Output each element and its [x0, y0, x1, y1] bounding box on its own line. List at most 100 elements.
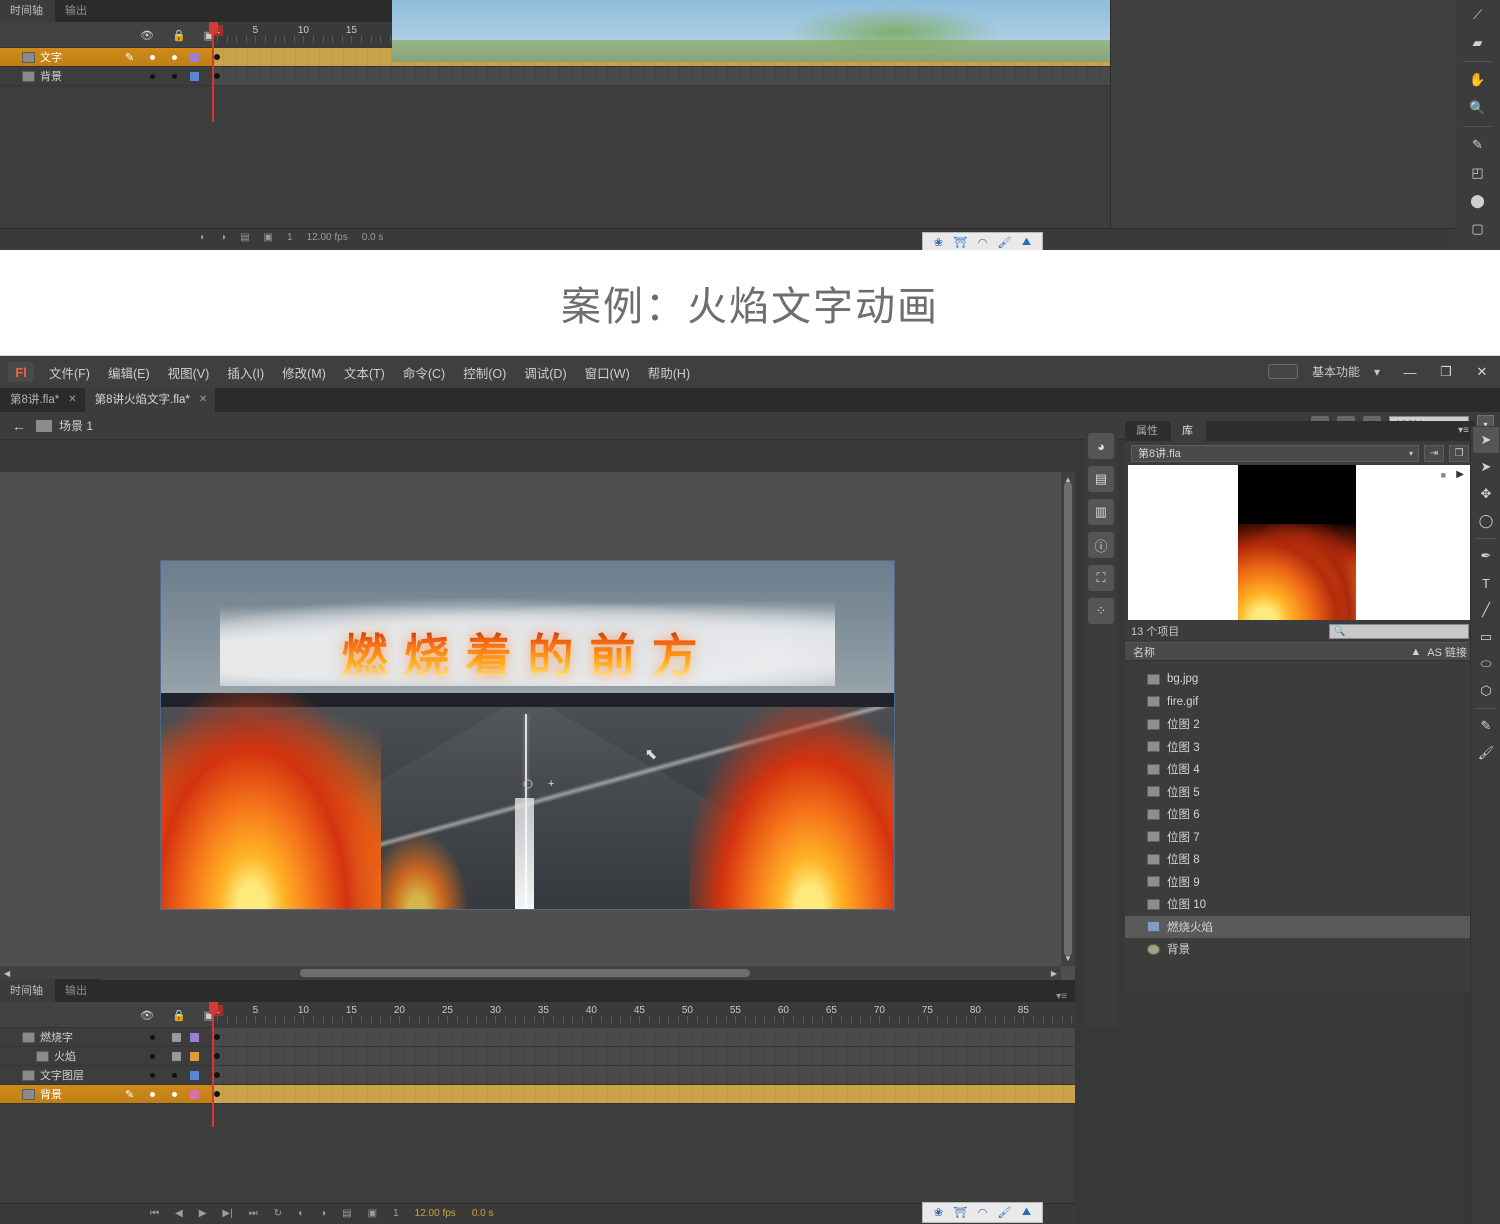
menu-item-7[interactable]: 控制(O)	[454, 358, 515, 387]
lasso-tool[interactable]: ◯	[1473, 508, 1499, 534]
onion-skin-icon[interactable]: ◐	[200, 232, 206, 243]
library-item-2[interactable]: 位图 2	[1125, 713, 1475, 736]
onion-skin-icon[interactable]: ◐	[298, 1208, 304, 1219]
eyedropper-tool[interactable]: ⟋	[1465, 2, 1491, 28]
eraser-tool[interactable]: ▰	[1465, 30, 1491, 56]
brush-tool[interactable]: 🖌	[1473, 740, 1499, 766]
camera-icon[interactable]: ⛰	[1019, 1206, 1034, 1219]
close-icon[interactable]: ✕	[199, 394, 207, 405]
lock-dot[interactable]	[172, 1091, 177, 1097]
swap-color-tool[interactable]: ▢	[1465, 216, 1491, 242]
subselection-tool[interactable]: ➤	[1473, 454, 1499, 480]
library-item-4[interactable]: 位图 4	[1125, 758, 1475, 781]
tab-library[interactable]: 库	[1171, 419, 1206, 441]
goto-last-frame-icon[interactable]: ⏭	[249, 1208, 258, 1219]
menu-item-3[interactable]: 插入(I)	[218, 358, 273, 387]
chevron-down-icon[interactable]: ▾	[1409, 449, 1413, 458]
edit-multiple-frames-icon[interactable]: ▤	[342, 1208, 351, 1219]
selection-tool[interactable]: ➤	[1473, 427, 1499, 453]
scroll-left-icon[interactable]: ◀	[4, 969, 10, 978]
info-icon[interactable]: ⓘ	[1088, 532, 1114, 558]
stroke-color-tool[interactable]: ✎	[1465, 132, 1491, 158]
edit-multiple-frames-icon[interactable]: ◠	[975, 236, 990, 249]
doc-tab-1[interactable]: 第8讲.fla* ✕	[0, 387, 85, 412]
stage-artwork-text[interactable]: 燃烧着的前方	[342, 620, 714, 686]
doc-tab-2[interactable]: 第8讲火焰文字.fla* ✕	[84, 387, 216, 412]
line-tool[interactable]: ╱	[1473, 597, 1499, 623]
column-as-linkage[interactable]: AS 链接	[1427, 644, 1467, 660]
pen-tool[interactable]: ✒	[1473, 543, 1499, 569]
fps-value[interactable]: 12.00 fps	[415, 1208, 456, 1219]
align-icon[interactable]: ▥	[1088, 499, 1114, 525]
bottom-timeline-ruler[interactable]: 1510152025303540455055606570758085	[212, 1002, 1075, 1028]
close-icon[interactable]: ✕	[68, 394, 76, 405]
free-transform-tool[interactable]: ✥	[1473, 481, 1499, 507]
pencil-tool[interactable]: ✎	[1473, 713, 1499, 739]
fill-color-tool[interactable]: ◰	[1465, 160, 1491, 186]
scroll-right-icon[interactable]: ▶	[1051, 969, 1057, 978]
onion-outline-icon[interactable]: ◑	[220, 232, 226, 243]
library-document-select[interactable]: 第8讲.fla ▾	[1131, 444, 1419, 462]
panel-menu-icon[interactable]: ▾≡	[1458, 425, 1469, 436]
text-tool[interactable]: T	[1473, 570, 1499, 596]
components-icon[interactable]: ⁘	[1088, 598, 1114, 624]
lock-dot[interactable]	[172, 1072, 177, 1078]
menu-item-4[interactable]: 修改(M)	[273, 358, 335, 387]
step-forward-icon[interactable]: ▶|	[222, 1208, 232, 1219]
preview-stop-icon[interactable]: ■	[1441, 470, 1446, 480]
library-item-0[interactable]: bg.jpg	[1125, 668, 1475, 691]
modify-markers-icon[interactable]: ▣	[368, 1208, 377, 1219]
hand-tool[interactable]: ✋	[1465, 67, 1491, 93]
color-palette-icon[interactable]: ◕	[1088, 433, 1114, 459]
menu-item-1[interactable]: 编辑(E)	[99, 358, 159, 387]
fps-value[interactable]: 12.00 fps	[307, 232, 348, 243]
frame-strip[interactable]	[212, 1028, 1075, 1046]
layer-row-1[interactable]: 火焰	[0, 1047, 1075, 1066]
scene-icon[interactable]	[36, 419, 52, 432]
stage-vscrollbar[interactable]: ▲ ▼	[1061, 472, 1075, 966]
onion-outline-icon[interactable]: ⛩	[953, 236, 968, 249]
compact-toggle-icon[interactable]	[1267, 364, 1298, 379]
frame-strip[interactable]	[212, 1047, 1075, 1065]
playhead[interactable]	[209, 1002, 218, 1127]
maximize-button[interactable]: ❐	[1428, 356, 1464, 388]
visibility-dot[interactable]	[150, 1072, 155, 1078]
onion-skin-icon[interactable]: ❀	[931, 236, 946, 249]
stage-canvas[interactable]: 燃烧着的前方 + ⬉	[160, 560, 895, 910]
top-onion-tool-group[interactable]: ❀ ⛩ ◠ 🖌 ⛰	[922, 232, 1043, 250]
goto-first-frame-icon[interactable]: ⏮	[150, 1208, 159, 1219]
rectangle-tool[interactable]: ▭	[1473, 624, 1499, 650]
chevron-down-icon[interactable]: ▾	[1374, 365, 1380, 379]
camera-icon[interactable]: ⛰	[1019, 236, 1034, 249]
library-item-10[interactable]: 位图 10	[1125, 893, 1475, 916]
playhead-handle[interactable]	[209, 1002, 218, 1014]
library-item-8[interactable]: 位图 8	[1125, 848, 1475, 871]
keyframe[interactable]	[214, 1072, 220, 1078]
hscroll-thumb[interactable]	[300, 969, 750, 977]
pin-icon[interactable]: ⇥	[1424, 444, 1444, 462]
layer-row-3[interactable]: 背景 ✎	[0, 1085, 1075, 1104]
lock-dot[interactable]	[172, 1032, 181, 1042]
library-item-3[interactable]: 位图 3	[1125, 736, 1475, 759]
breadcrumb-scene-label[interactable]: 场景 1	[59, 417, 93, 434]
edit-multiple-frames-icon[interactable]: ◠	[975, 1206, 990, 1219]
polystar-tool[interactable]: ⬡	[1473, 678, 1499, 704]
lock-icon[interactable]: 🔒	[172, 29, 186, 42]
onion-outline-icon[interactable]: ◑	[320, 1208, 326, 1219]
menu-item-0[interactable]: 文件(F)	[40, 358, 99, 387]
library-item-list[interactable]: bg.jpg fire.gif 位图 2 位图 3 位图 4 位图 5 位图 6 位图 7 位图…	[1125, 668, 1475, 991]
eye-icon[interactable]: 👁	[140, 1009, 154, 1022]
paint-icon[interactable]: 🖌	[997, 236, 1012, 249]
frame-strip[interactable]	[212, 1085, 1075, 1103]
library-item-1[interactable]: fire.gif	[1125, 691, 1475, 714]
tab-output-bottom[interactable]: 输出	[55, 979, 99, 1002]
modify-markers-icon[interactable]: ▣	[264, 232, 273, 243]
workspace-label[interactable]: 基本功能	[1312, 363, 1360, 380]
sort-caret-icon[interactable]: ▲	[1410, 646, 1421, 658]
paint-icon[interactable]: 🖌	[997, 1206, 1012, 1219]
play-icon[interactable]: ▶	[199, 1208, 207, 1219]
eye-icon[interactable]: 👁	[140, 29, 154, 42]
visibility-dot[interactable]	[150, 1034, 155, 1040]
back-arrow-icon[interactable]: ←	[0, 418, 36, 434]
onion-outline-icon[interactable]: ⛩	[953, 1206, 968, 1219]
